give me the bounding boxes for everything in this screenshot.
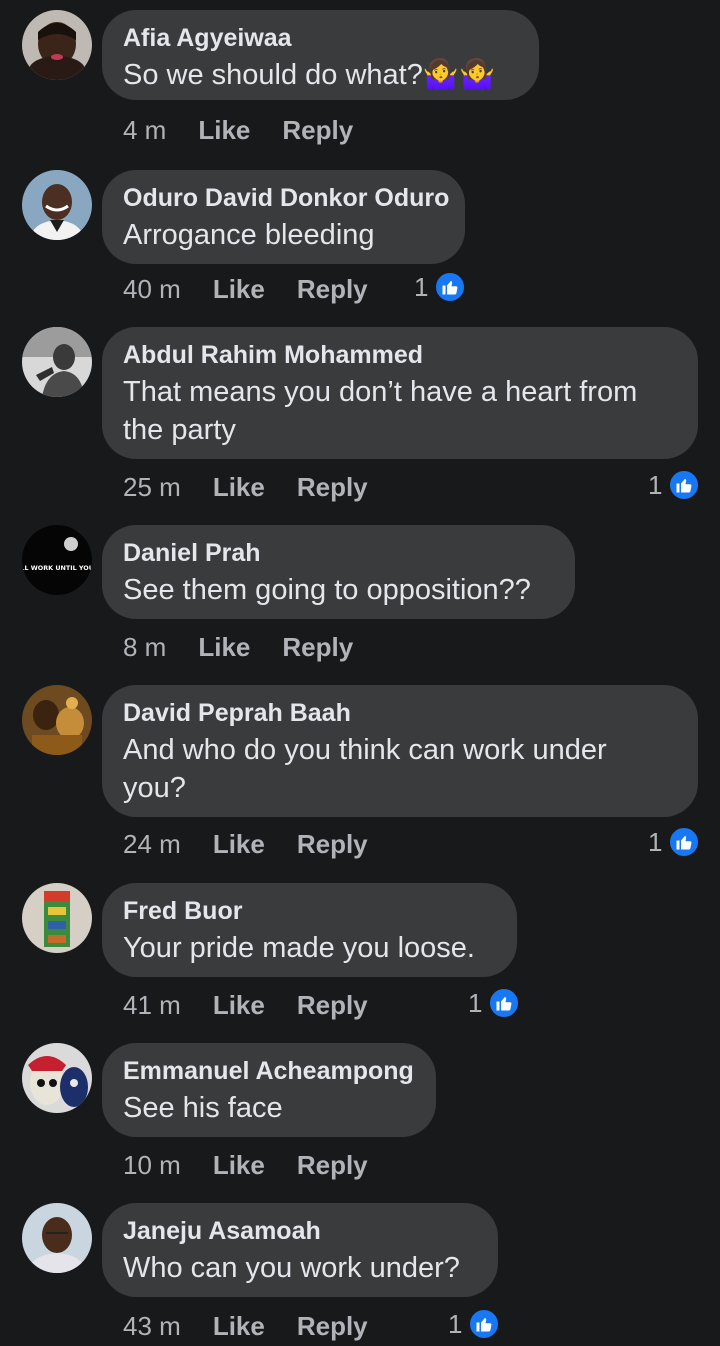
comment-time[interactable]: 10 m xyxy=(123,1145,181,1185)
reaction-count: 1 xyxy=(414,271,429,302)
reaction-summary[interactable]: 1 xyxy=(468,987,521,1019)
avatar[interactable] xyxy=(22,170,92,240)
comment-text: And who do you think can work under you? xyxy=(123,734,607,804)
like-button[interactable]: Like xyxy=(213,1145,265,1185)
comment-author[interactable]: Oduro David Donkor Oduro xyxy=(123,180,449,216)
avatar[interactable] xyxy=(22,10,92,80)
comment-author[interactable]: Janeju Asamoah xyxy=(123,1213,477,1249)
reply-button[interactable]: Reply xyxy=(297,1306,368,1346)
avatar[interactable]: YOU'LL WORK UNTIL YOU DIE. xyxy=(22,525,92,595)
comment-bubble: Abdul Rahim Mohammed That means you don’… xyxy=(102,327,698,459)
like-button[interactable]: Like xyxy=(198,627,250,667)
reply-button[interactable]: Reply xyxy=(297,1145,368,1185)
comment-time[interactable]: 40 m xyxy=(123,269,181,309)
reply-button[interactable]: Reply xyxy=(297,269,368,309)
comment-actions: 8 m Like Reply xyxy=(123,627,353,667)
comment-bubble: Fred Buor Your pride made you loose. xyxy=(102,883,517,977)
reaction-summary[interactable]: 1 xyxy=(648,469,701,501)
like-button[interactable]: Like xyxy=(213,1306,265,1346)
reaction-count: 1 xyxy=(468,987,483,1018)
avatar-caption: YOU'LL WORK UNTIL YOU DIE. xyxy=(22,564,92,572)
comment-bubble: Daniel Prah See them going to opposition… xyxy=(102,525,575,619)
reaction-summary[interactable]: 1 xyxy=(414,271,467,303)
comment-bubble: Afia Agyeiwaa So we should do what?🤷‍♀️🤷… xyxy=(102,10,539,100)
reaction-count: 1 xyxy=(648,826,663,857)
comment-text: So we should do what?🤷‍♀️🤷‍♀️ xyxy=(123,59,496,91)
comment-time[interactable]: 24 m xyxy=(123,824,181,864)
comment-text: See them going to opposition?? xyxy=(123,574,531,606)
comment-author[interactable]: Abdul Rahim Mohammed xyxy=(123,337,677,373)
comment-bubble: Oduro David Donkor Oduro Arrogance bleed… xyxy=(102,170,465,264)
reply-button[interactable]: Reply xyxy=(297,824,368,864)
like-thumbs-up-icon xyxy=(488,987,521,1019)
like-thumbs-up-icon xyxy=(668,469,701,501)
comment-actions: 43 m Like Reply xyxy=(123,1306,368,1346)
comment-author[interactable]: David Peprah Baah xyxy=(123,695,677,731)
comment-text: That means you don’t have a heart from t… xyxy=(123,376,638,446)
like-button[interactable]: Like xyxy=(213,824,265,864)
comment-time[interactable]: 43 m xyxy=(123,1306,181,1346)
like-thumbs-up-icon xyxy=(668,826,701,858)
comment-author[interactable]: Emmanuel Acheampong xyxy=(123,1053,415,1089)
like-thumbs-up-icon xyxy=(434,271,467,303)
avatar[interactable] xyxy=(22,327,92,397)
reaction-count: 1 xyxy=(648,469,663,500)
comment-author[interactable]: Daniel Prah xyxy=(123,535,554,571)
comment-actions: 24 m Like Reply xyxy=(123,824,368,864)
reply-button[interactable]: Reply xyxy=(282,110,353,150)
comment-bubble: Janeju Asamoah Who can you work under? xyxy=(102,1203,498,1297)
comment-author[interactable]: Fred Buor xyxy=(123,893,496,929)
reply-button[interactable]: Reply xyxy=(297,985,368,1025)
comment-text: See his face xyxy=(123,1092,283,1124)
comment-time[interactable]: 41 m xyxy=(123,985,181,1025)
reaction-summary[interactable]: 1 xyxy=(448,1308,501,1340)
comment-text: Your pride made you loose. xyxy=(123,932,475,964)
avatar[interactable] xyxy=(22,1203,92,1273)
avatar[interactable] xyxy=(22,685,92,755)
comment-actions: 4 m Like Reply xyxy=(123,110,353,150)
comment-bubble: Emmanuel Acheampong See his face xyxy=(102,1043,436,1137)
like-button[interactable]: Like xyxy=(213,467,265,507)
comment-actions: 10 m Like Reply xyxy=(123,1145,368,1185)
avatar[interactable] xyxy=(22,1043,92,1113)
reply-button[interactable]: Reply xyxy=(282,627,353,667)
avatar[interactable] xyxy=(22,883,92,953)
comment-text: Who can you work under? xyxy=(123,1252,460,1284)
comment-actions: 25 m Like Reply xyxy=(123,467,368,507)
comment-time[interactable]: 4 m xyxy=(123,110,166,150)
like-button[interactable]: Like xyxy=(213,269,265,309)
comment-actions: 41 m Like Reply xyxy=(123,985,368,1025)
reply-button[interactable]: Reply xyxy=(297,467,368,507)
comment-text: Arrogance bleeding xyxy=(123,219,375,251)
comment-time[interactable]: 25 m xyxy=(123,467,181,507)
comment-bubble: David Peprah Baah And who do you think c… xyxy=(102,685,698,817)
like-thumbs-up-icon xyxy=(468,1308,501,1340)
reaction-count: 1 xyxy=(448,1308,463,1339)
reaction-summary[interactable]: 1 xyxy=(648,826,701,858)
comment-time[interactable]: 8 m xyxy=(123,627,166,667)
comment-actions: 40 m Like Reply xyxy=(123,269,368,309)
comment-author[interactable]: Afia Agyeiwaa xyxy=(123,20,518,56)
like-button[interactable]: Like xyxy=(213,985,265,1025)
like-button[interactable]: Like xyxy=(198,110,250,150)
